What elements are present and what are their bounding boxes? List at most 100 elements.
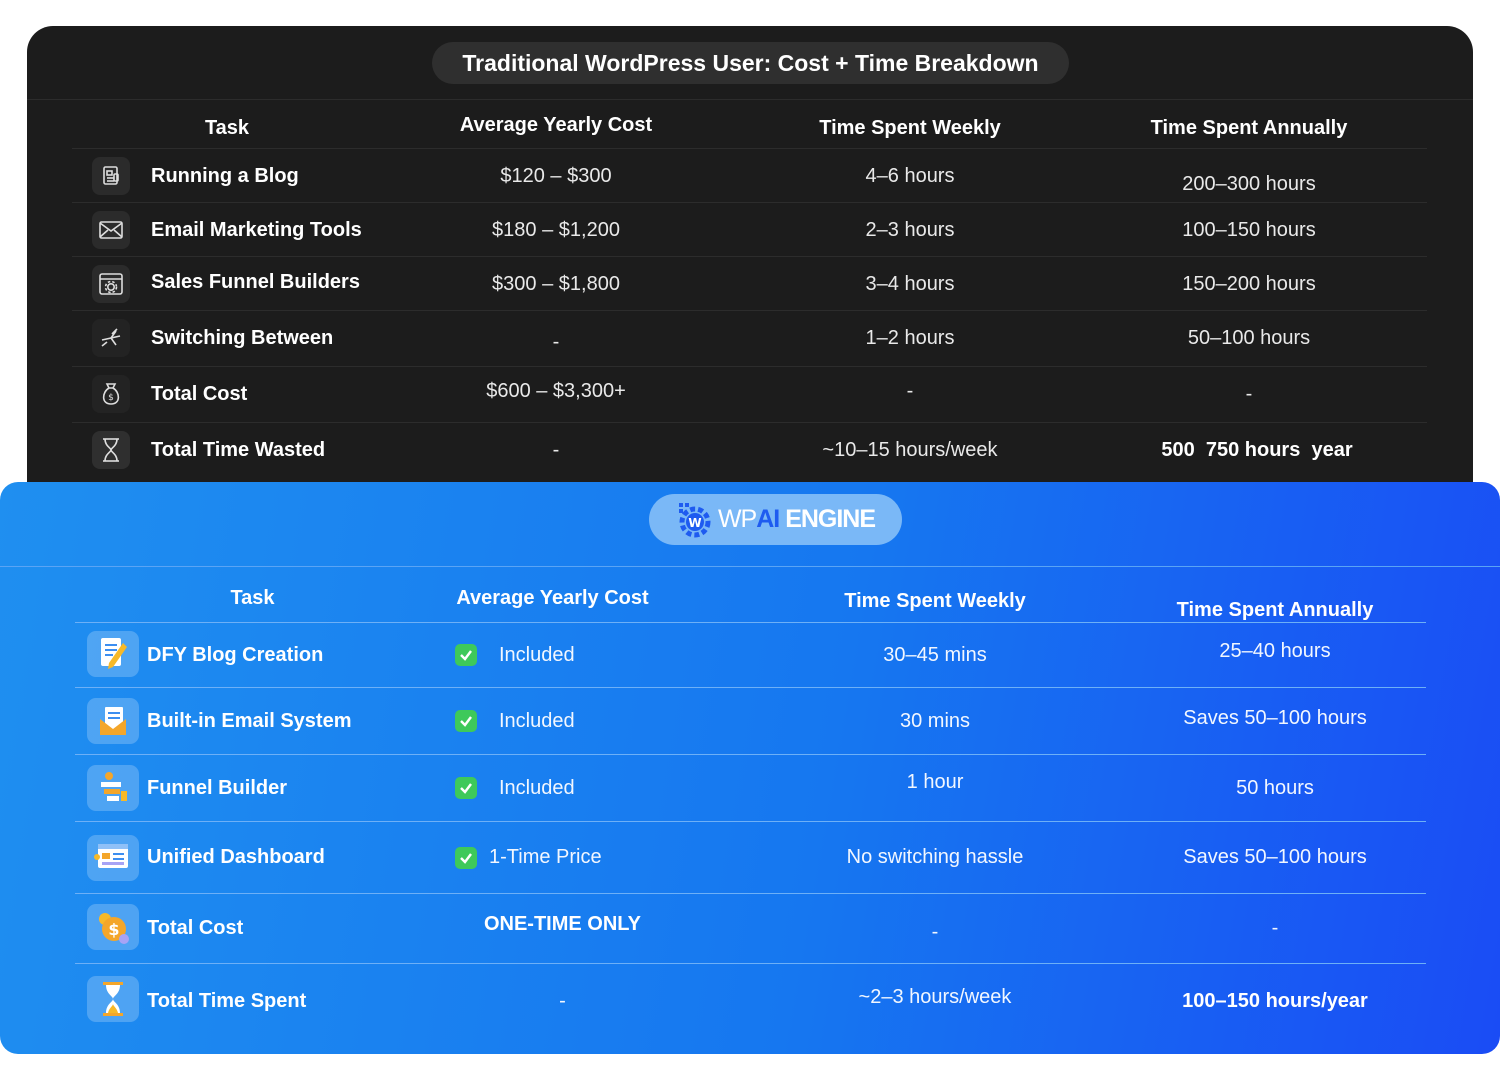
svg-text:$: $ <box>108 393 114 403</box>
divider <box>0 566 1500 567</box>
check-icon <box>455 710 477 732</box>
cost-text: Included <box>499 776 575 799</box>
table-header: Task Average Yearly Cost Time Spent Week… <box>72 106 1427 150</box>
cost-value: $180 – $1,200 <box>492 218 620 241</box>
cost-value: $120 – $300 <box>500 164 612 187</box>
table-row: $ Total Cost ONE-TIME ONLY - - <box>75 893 1426 963</box>
cost-value: - <box>552 330 560 353</box>
dollar-coin-icon: $ <box>87 904 139 950</box>
dashboard-icon <box>87 835 139 881</box>
header-task: Task <box>204 116 250 139</box>
weekly-value: 30 mins <box>899 709 971 732</box>
task-label: Total Time Spent <box>147 989 307 1012</box>
browser-gear-icon <box>92 265 130 303</box>
weekly-value: 2–3 hours <box>865 218 955 241</box>
logo-engine: ENGINE <box>785 505 876 533</box>
header-weekly: Time Spent Weekly <box>819 116 1001 139</box>
annual-value: 50 hours <box>1236 776 1314 799</box>
weekly-value: 1–2 hours <box>865 326 955 349</box>
annual-value: - <box>1271 917 1279 939</box>
cost-value: - <box>552 438 560 461</box>
table-row: Funnel Builder Included 1 hour 50 hours <box>75 754 1426 821</box>
annual-value: 25–40 hours <box>1219 639 1331 662</box>
cost-value: $600 – $3,300+ <box>486 379 626 402</box>
weekly-value: 4–6 hours <box>865 164 955 187</box>
svg-text:$: $ <box>108 920 119 939</box>
annual-value: Saves 50–100 hours <box>1183 846 1367 868</box>
table-row: Built-in Email System Included 30 mins S… <box>75 687 1426 754</box>
table-row: Switching Between - 1–2 hours 50–100 hou… <box>72 310 1427 365</box>
weekly-value: 1 hour <box>906 770 964 793</box>
table-row: Total Time Wasted - ~10–15 hours/week 50… <box>72 422 1427 477</box>
task-label: Total Cost <box>147 917 244 939</box>
envelope-icon <box>92 211 130 249</box>
weekly-value: 30–45 mins <box>883 643 987 666</box>
hourglass-color-icon <box>87 976 139 1022</box>
cost-value: 1-Time Price <box>455 822 655 893</box>
header-cost: Average Yearly Cost <box>456 586 649 609</box>
table-row: DFY Blog Creation Included 30–45 mins 25… <box>75 622 1426 687</box>
header-cost: Average Yearly Cost <box>459 113 653 136</box>
logo-badge-letter: W <box>688 516 701 530</box>
task-label: Total Time Wasted <box>151 438 326 461</box>
cost-value: ONE-TIME ONLY <box>483 913 642 935</box>
table-row: Running a Blog $120 – $300 4–6 hours 200… <box>72 148 1427 203</box>
switch-arrows-icon <box>92 319 130 357</box>
blog-pencil-icon <box>87 631 139 677</box>
hourglass-icon <box>92 431 130 469</box>
cost-value: Included <box>455 755 655 821</box>
annual-value: 500 750 hours year <box>1161 438 1353 461</box>
cost-value: $300 – $1,800 <box>492 272 620 295</box>
header-annually: Time Spent Annually <box>1150 116 1348 139</box>
table-row: Email Marketing Tools $180 – $1,200 2–3 … <box>72 202 1427 257</box>
table-row: Unified Dashboard 1-Time Price No switch… <box>75 821 1426 893</box>
annual-value: - <box>1245 382 1253 405</box>
task-label: DFY Blog Creation <box>147 643 324 666</box>
task-label: Total Cost <box>151 382 248 405</box>
table-row: $ Total Cost $600 – $3,300+ - - <box>72 366 1427 421</box>
annual-value: 100–150 hours <box>1182 218 1316 241</box>
task-label: Unified Dashboard <box>147 846 325 868</box>
annual-value: 150–200 hours <box>1182 272 1316 295</box>
table-row: Total Time Spent - ~2–3 hours/week 100–1… <box>75 963 1426 1038</box>
cost-value: Included <box>455 623 655 687</box>
task-label: Funnel Builder <box>147 776 287 799</box>
logo-wp: WP <box>717 505 757 533</box>
task-label: Email Marketing Tools <box>151 218 362 241</box>
traditional-title: Traditional WordPress User: Cost + Time … <box>432 42 1069 84</box>
task-label: Running a Blog <box>151 164 299 187</box>
weekly-value: ~10–15 hours/week <box>822 438 998 461</box>
weekly-value: No switching hassle <box>846 846 1024 868</box>
annual-value: 100–150 hours/year <box>1182 989 1368 1012</box>
traditional-comparison-panel: Traditional WordPress User: Cost + Time … <box>27 26 1473 526</box>
weekly-value: 3–4 hours <box>865 272 955 295</box>
email-system-icon <box>87 698 139 744</box>
cost-text: 1-Time Price <box>489 846 602 868</box>
task-label: Switching Between <box>151 326 334 349</box>
wpai-engine-logo: W WPAI ENGINE <box>649 494 902 545</box>
header-task: Task <box>230 586 275 609</box>
blog-document-icon <box>92 157 130 195</box>
annual-value: 50–100 hours <box>1187 326 1311 349</box>
cost-value: - <box>559 989 566 1012</box>
check-icon <box>455 644 477 666</box>
gear-logo-icon: W <box>678 502 711 537</box>
wpai-engine-comparison-panel: W WPAI ENGINE Task Average Yearly Cost T… <box>0 482 1500 1054</box>
check-icon <box>455 846 477 869</box>
weekly-value: - <box>931 921 939 943</box>
cost-text: Included <box>499 643 575 666</box>
task-label: Sales Funnel Builders <box>151 270 360 293</box>
cost-value: Included <box>455 688 655 754</box>
weekly-value: - <box>906 379 914 402</box>
funnel-builder-icon <box>87 765 139 811</box>
cost-text: Included <box>499 709 575 732</box>
logo-ai: AI <box>756 505 780 533</box>
check-icon <box>455 777 477 799</box>
weekly-value: ~2–3 hours/week <box>858 985 1012 1008</box>
divider <box>27 99 1473 100</box>
task-label: Built-in Email System <box>147 709 352 732</box>
annual-value: Saves 50–100 hours <box>1183 706 1367 729</box>
table-row: Sales Funnel Builders $300 – $1,800 3–4 … <box>72 256 1427 311</box>
money-bag-icon: $ <box>92 375 130 413</box>
header-weekly: Time Spent Weekly <box>844 589 1026 612</box>
